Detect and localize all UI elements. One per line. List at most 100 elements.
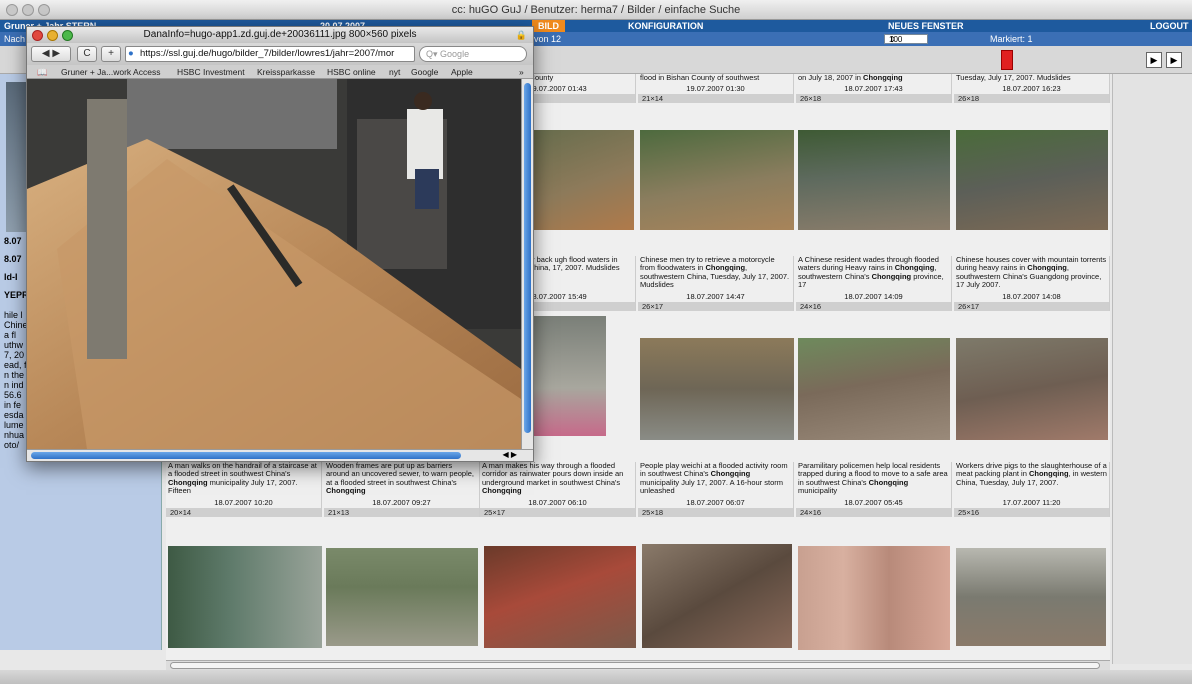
bookmark-item[interactable]: nyt	[389, 65, 400, 79]
url-field[interactable]: ● https://ssl.guj.de/hugo/bilder_7/bilde…	[125, 46, 415, 62]
thumbnail-image[interactable]	[640, 338, 794, 440]
bookmark-item[interactable]: Google	[411, 65, 438, 79]
sidebar-line: n ind	[4, 380, 24, 390]
image-date: 18.07.2007 14:08	[1002, 292, 1061, 301]
image-date: 19.07.2007 01:30	[686, 84, 745, 93]
bookmarks-book-icon[interactable]: 📖	[37, 65, 48, 79]
image-date: 18.07.2007 09:27	[372, 498, 431, 507]
grid-cell[interactable]: A man makes his way through a flooded co…	[480, 462, 636, 517]
image-size-tag: 20×14	[166, 508, 321, 517]
grid-horizontal-scrollbar[interactable]	[166, 660, 1110, 670]
popup-titlebar: DanaInfo=hugo-app1.zd.guj.de+20036111.jp…	[27, 27, 533, 43]
mark-flag-icon[interactable]	[1001, 50, 1013, 70]
image-size-tag: 21×13	[324, 508, 479, 517]
screen: cc: huGO GuJ / Benutzer: herma7 / Bilder…	[0, 0, 1192, 684]
right-pane	[1112, 74, 1192, 664]
flood-stairs-photo	[27, 79, 521, 449]
thumbnail-image[interactable]	[798, 546, 950, 650]
grid-cell[interactable]: flood in Bishan County of southwest 19.0…	[638, 74, 794, 103]
popup-vertical-scrollbar[interactable]	[521, 79, 533, 449]
add-bookmark-button[interactable]: +	[101, 46, 121, 62]
sidebar-line: YEPR	[4, 290, 29, 300]
grid-cell[interactable]: People play weichi at a flooded activity…	[638, 462, 794, 517]
sidebar-line: ead, f	[4, 360, 27, 370]
bookmarks-bar: 📖 Gruner + Ja...work Access HSBC Investm…	[27, 65, 533, 79]
zoom-window-icon[interactable]	[38, 4, 50, 16]
grid-cell[interactable]: Chinese men try to retrieve a motorcycle…	[638, 256, 794, 311]
sidebar-line: 8.07	[4, 254, 22, 264]
search-input[interactable]: Q▾ Google	[419, 46, 527, 62]
image-caption: A man makes his way through a flooded co…	[482, 462, 624, 496]
thumbnail-image[interactable]	[956, 130, 1108, 230]
grid-cell[interactable]: A man walks on the handrail of a stairca…	[166, 462, 322, 517]
stepper-icon: ⇕	[889, 35, 896, 44]
grid-cell[interactable]: Wooden frames are put up as barriers aro…	[324, 462, 480, 517]
close-window-icon[interactable]	[6, 4, 18, 16]
thumbnail-image[interactable]	[642, 544, 792, 648]
reload-button[interactable]: C	[77, 46, 97, 62]
image-size-tag: 25×18	[638, 508, 793, 517]
thumbnail-image[interactable]	[168, 546, 322, 648]
back-forward-button[interactable]: ◀ ▶	[31, 46, 71, 62]
image-caption: flood in Bishan County of southwest	[640, 74, 760, 82]
popup-horizontal-scrollbar-thumb[interactable]	[31, 452, 461, 459]
zoom-select[interactable]: 100 ⇕	[884, 34, 928, 44]
search-placeholder: Google	[440, 49, 470, 59]
last-page-button[interactable]: ▶	[1166, 52, 1182, 68]
thumbnail-image[interactable]	[956, 548, 1106, 646]
image-size-tag: 26×18	[954, 94, 1109, 103]
image-size-tag: 26×17	[638, 302, 793, 311]
subbar-left-label: Nach	[4, 34, 26, 44]
nav-tab-konfiguration[interactable]: KONFIGURATION	[628, 20, 703, 32]
sidebar-line: lume	[4, 420, 24, 430]
grid-cell[interactable]: Workers drive pigs to the slaughterhouse…	[954, 462, 1110, 517]
thumbnail-image[interactable]	[326, 548, 478, 646]
thumbnail-image[interactable]	[798, 338, 950, 440]
url-text: https://ssl.guj.de/hugo/bilder_7/bilder/…	[140, 48, 395, 59]
image-size-tag: 24×16	[796, 508, 951, 517]
image-date: 18.07.2007 16:23	[1002, 84, 1061, 93]
minimize-window-icon[interactable]	[22, 4, 34, 16]
grid-cell[interactable]: A Chinese resident wades through flooded…	[796, 256, 952, 311]
bookmark-item[interactable]: Kreissparkasse	[257, 65, 315, 79]
main-window-title: cc: huGO GuJ / Benutzer: herma7 / Bilder…	[451, 4, 741, 16]
zoom-icon[interactable]	[62, 30, 73, 41]
popup-vertical-scrollbar-thumb[interactable]	[524, 83, 531, 433]
sidebar-line: n the	[4, 370, 25, 380]
scrollbar-thumb[interactable]	[170, 662, 1100, 669]
thumbnail-image[interactable]	[484, 546, 636, 648]
grid-cell[interactable]: Chinese houses cover with mountain torre…	[954, 256, 1110, 311]
globe-icon: ●	[128, 48, 134, 59]
thumbnail-image[interactable]	[798, 130, 950, 230]
logout-link[interactable]: LOGOUT	[1150, 20, 1189, 32]
popup-horizontal-scrollbar[interactable]: ◀ ▶	[27, 449, 533, 461]
image-date: 18.07.2007 14:47	[686, 292, 745, 301]
bookmarks-overflow-icon[interactable]: »	[519, 65, 524, 79]
close-icon[interactable]	[32, 30, 43, 41]
sidebar-line: a fl	[4, 330, 17, 340]
image-caption: Tuesday, July 17, 2007. Mudslides	[956, 74, 1071, 82]
thumbnail-image[interactable]	[956, 338, 1108, 440]
thumbnail-image[interactable]	[522, 316, 606, 436]
minimize-icon[interactable]	[47, 30, 58, 41]
sidebar-line: Chine	[4, 320, 28, 330]
next-page-button[interactable]: ▶	[1146, 52, 1162, 68]
popup-title: DanaInfo=hugo-app1.zd.guj.de+20036111.jp…	[143, 29, 417, 40]
sidebar-line: esda	[4, 410, 24, 420]
image-caption: People play weichi at a flooded activity…	[640, 462, 788, 496]
nav-tab-bild[interactable]: BILD	[532, 20, 565, 32]
bookmark-item[interactable]: Apple	[451, 65, 473, 79]
image-caption: A Chinese resident wades through flooded…	[798, 256, 944, 290]
grid-cell[interactable]: Tuesday, July 17, 2007. Mudslides 18.07.…	[954, 74, 1110, 103]
thumbnail-image[interactable]	[640, 130, 794, 230]
scroll-arrows-icon[interactable]: ◀ ▶	[502, 450, 517, 459]
image-date: 18.07.2007 06:07	[686, 498, 745, 507]
bookmark-item[interactable]: HSBC online	[327, 65, 376, 79]
bookmark-item[interactable]: HSBC Investment	[177, 65, 245, 79]
grid-cell[interactable]: Paramilitary policemen help local reside…	[796, 462, 952, 517]
grid-cell[interactable]: on July 18, 2007 in Chongqing 18.07.2007…	[796, 74, 952, 103]
image-caption: on July 18, 2007 in Chongqing	[798, 74, 903, 82]
nav-tab-neues-fenster[interactable]: NEUES FENSTER	[888, 20, 964, 32]
bookmark-item[interactable]: Gruner + Ja...work Access	[61, 65, 160, 79]
image-caption: Chinese men try to retrieve a motorcycle…	[640, 256, 790, 290]
